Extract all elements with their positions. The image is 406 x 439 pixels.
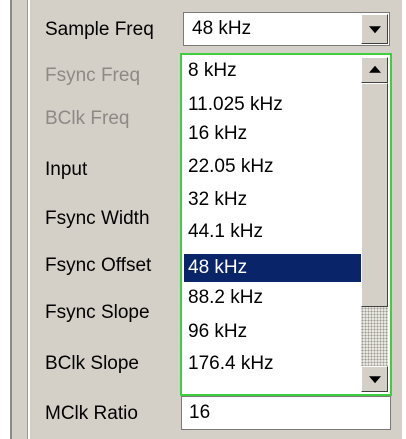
sample-freq-value: 48 kHz (192, 18, 252, 39)
label-sample-freq: Sample Freq (45, 19, 154, 40)
option-22-05khz[interactable]: 22.05 kHz (184, 153, 362, 181)
scroll-down-button[interactable] (361, 366, 388, 392)
panel-divider (27, 0, 30, 439)
label-bclk-slope: BClk Slope (45, 353, 139, 374)
option-16khz[interactable]: 16 kHz (184, 120, 362, 148)
mclk-ratio-value: 16 (189, 402, 211, 423)
label-mclk-ratio: MClk Ratio (45, 403, 138, 424)
option-32khz[interactable]: 32 kHz (184, 186, 362, 214)
label-fsync-slope: Fsync Slope (45, 302, 150, 323)
option-8khz[interactable]: 8 kHz (184, 57, 362, 85)
combo-dropdown-button[interactable] (361, 14, 388, 44)
option-44-1khz[interactable]: 44.1 kHz (184, 218, 362, 246)
option-48khz-selected[interactable]: 48 kHz (184, 254, 362, 282)
scroll-thumb[interactable] (361, 83, 388, 307)
arrow-up-icon (368, 65, 381, 73)
sample-freq-combo[interactable]: 48 kHz (183, 12, 390, 46)
option-11-025khz[interactable]: 11.025 kHz (184, 91, 362, 119)
mclk-ratio-field[interactable]: 16 (181, 396, 391, 430)
dropdown-scrollbar[interactable] (361, 57, 388, 392)
label-input: Input (45, 159, 88, 180)
option-96khz[interactable]: 96 kHz (184, 318, 362, 346)
option-176-4khz[interactable]: 176.4 kHz (184, 350, 362, 378)
label-fsync-freq: Fsync Freq (45, 65, 141, 86)
arrow-down-icon (368, 376, 381, 384)
label-bclk-freq: BClk Freq (45, 108, 130, 129)
scroll-up-button[interactable] (361, 57, 388, 83)
sample-freq-dropdown-list[interactable]: 8 kHz 11.025 kHz 16 kHz 22.05 kHz 32 kHz… (180, 53, 392, 396)
chevron-down-icon (368, 26, 381, 34)
label-fsync-width: Fsync Width (45, 208, 150, 229)
scroll-track[interactable] (361, 307, 388, 366)
option-88-2khz[interactable]: 88.2 kHz (184, 284, 362, 312)
label-fsync-offset: Fsync Offset (45, 255, 152, 276)
